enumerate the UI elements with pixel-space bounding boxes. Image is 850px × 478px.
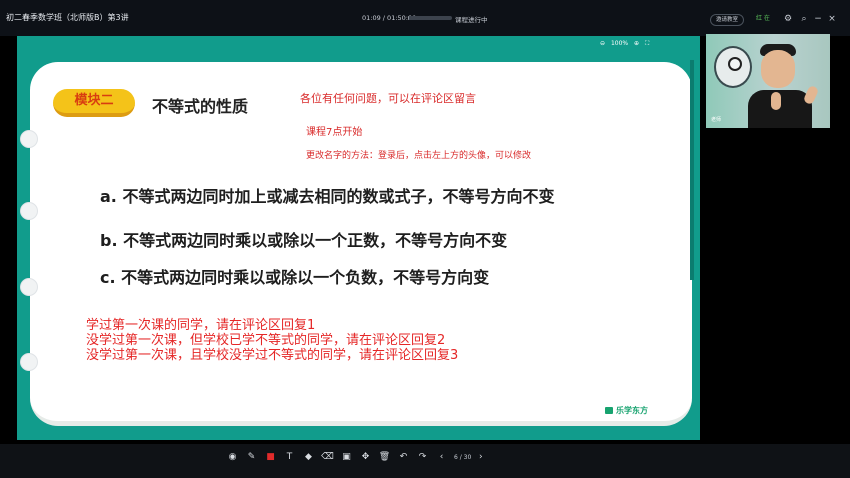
slide-heading: 不等式的性质 <box>152 97 249 116</box>
logo-icon <box>605 407 613 414</box>
inequality-rule: a. 不等式两边同时加上或减去相同的数或式子，不等号方向不变 <box>100 187 555 206</box>
teacher-note: 课程7点开始 <box>306 127 363 138</box>
teacher-hand <box>771 92 781 110</box>
shape-tool-icon[interactable]: ◆ <box>299 450 318 464</box>
eraser-icon[interactable]: ⌫ <box>318 450 337 464</box>
next-page-icon[interactable]: › <box>471 450 490 464</box>
teacher-camera: 老师 <box>706 34 830 128</box>
teacher-face <box>761 50 795 88</box>
camera-label: 老师 <box>711 117 722 123</box>
zoom-controls[interactable]: ⊖ 100% ⊕ ⛶ <box>600 38 653 50</box>
text-tool-icon[interactable]: T <box>280 450 299 464</box>
teacher-note: 更改名字的方法：登录后，点击左上方的头像，可以修改 <box>306 151 532 161</box>
binder-ring <box>20 130 38 148</box>
zoom-in-icon[interactable]: ⊕ <box>634 40 639 47</box>
slide-scrollbar[interactable] <box>690 60 694 280</box>
settings-icon[interactable]: ⚙ <box>782 13 794 25</box>
invite-button[interactable]: 邀请教室 <box>710 14 745 26</box>
previous-page-icon[interactable]: ‹ <box>432 450 451 464</box>
reply-instruction: 学过第一次课的同学，请在评论区回复1 <box>86 318 316 333</box>
teacher-note: 各位有任何问题，可以在评论区留言 <box>300 92 476 105</box>
move-tool-icon[interactable]: ✥ <box>356 450 375 464</box>
pen-icon[interactable]: ✎ <box>242 450 261 464</box>
inequality-rule: c. 不等式两边同时乘以或除以一个负数，不等号方向变 <box>100 268 490 287</box>
page-indicator: 6 / 30 <box>454 453 472 461</box>
reply-instruction: 没学过第一次课，且学校没学过不等式的同学，请在评论区回复3 <box>86 348 459 363</box>
color-picker-icon[interactable]: ■ <box>261 450 280 464</box>
image-tool-icon[interactable]: ▣ <box>337 450 356 464</box>
drawing-tools: ◉ ✎ ■ T ◆ ⌫ ▣ ✥ 🗑 ↶ ↷ ‹ 6 / 30 › <box>223 450 490 464</box>
brand-logo: 乐学东方 <box>605 405 648 416</box>
robot-mascot <box>714 46 752 88</box>
live-status-badge: 红 在 <box>756 15 770 22</box>
close-icon[interactable]: × <box>826 13 838 25</box>
zoom-level: 100% <box>610 40 629 47</box>
zoom-out-icon[interactable]: ⊖ <box>600 40 605 47</box>
binder-ring <box>20 353 38 371</box>
delete-icon[interactable]: 🗑 <box>375 450 394 464</box>
redo-icon[interactable]: ↷ <box>413 450 432 464</box>
undo-icon[interactable]: ↶ <box>394 450 413 464</box>
minimize-icon[interactable]: − <box>812 13 824 25</box>
zoom-icon[interactable]: ⌕ <box>798 13 810 25</box>
binder-ring <box>20 278 38 296</box>
class-status: 课程进行中 <box>455 16 488 24</box>
class-progress <box>408 16 452 20</box>
module-badge: 模块二 <box>53 89 135 117</box>
pointer-icon[interactable]: ◉ <box>223 450 242 464</box>
fullscreen-icon[interactable]: ⛶ <box>645 40 649 47</box>
inequality-rule: b. 不等式两边同时乘以或除以一个正数，不等号方向不变 <box>100 231 508 250</box>
binder-ring <box>20 202 38 220</box>
top-bar: 初二春季数学班（北师版B）第3讲 01:09 / 01:50:00 课程进行中 … <box>0 0 850 36</box>
reply-instruction: 没学过第一次课，但学校已学不等式的同学，请在评论区回复2 <box>86 333 446 348</box>
class-title: 初二春季数学班（北师版B）第3讲 <box>6 13 129 22</box>
